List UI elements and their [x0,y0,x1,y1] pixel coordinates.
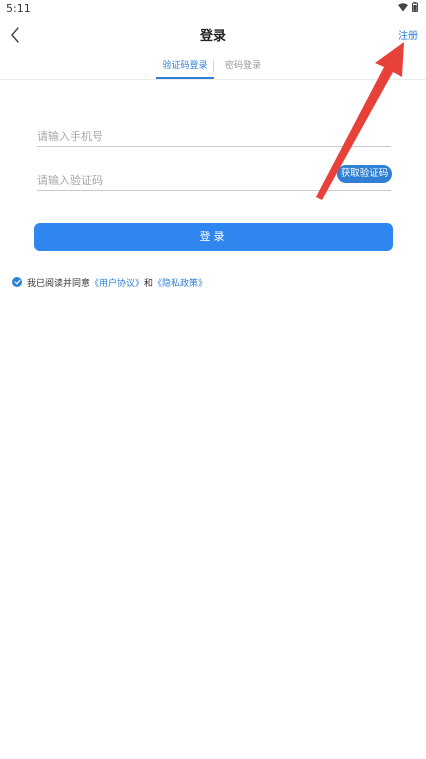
nav-header: 登录 注册 [0,18,426,52]
user-agreement-link[interactable]: 《用户协议》 [90,276,144,289]
verification-code-input[interactable] [37,170,333,190]
battery-icon [412,2,418,12]
get-code-button[interactable]: 获取验证码 [337,165,392,183]
privacy-policy-link[interactable]: 《隐私政策》 [153,276,207,289]
status-bar: 5:11 [0,0,426,18]
login-button[interactable]: 登录 [34,223,393,251]
check-icon [13,279,21,285]
agreement-row: 我已阅读并同意 《用户协议》 和 《隐私政策》 [12,275,207,289]
agreement-and: 和 [144,278,154,289]
status-time: 5:11 [6,2,31,15]
header-divider [0,79,426,80]
agreement-checkbox[interactable] [12,277,22,287]
tab-password-login[interactable]: 密码登录 [218,58,268,78]
register-link[interactable]: 注册 [398,27,418,42]
annotation-arrow [316,42,404,200]
status-icons [398,2,418,12]
code-field-underline [37,190,391,191]
agreement-text: 我已阅读并同意 [27,278,91,289]
tab-separator [213,59,214,73]
tab-sms-login[interactable]: 验证码登录 [156,58,214,78]
wifi-icon [398,2,408,11]
phone-input[interactable] [37,126,391,147]
page-title: 登录 [199,29,226,44]
